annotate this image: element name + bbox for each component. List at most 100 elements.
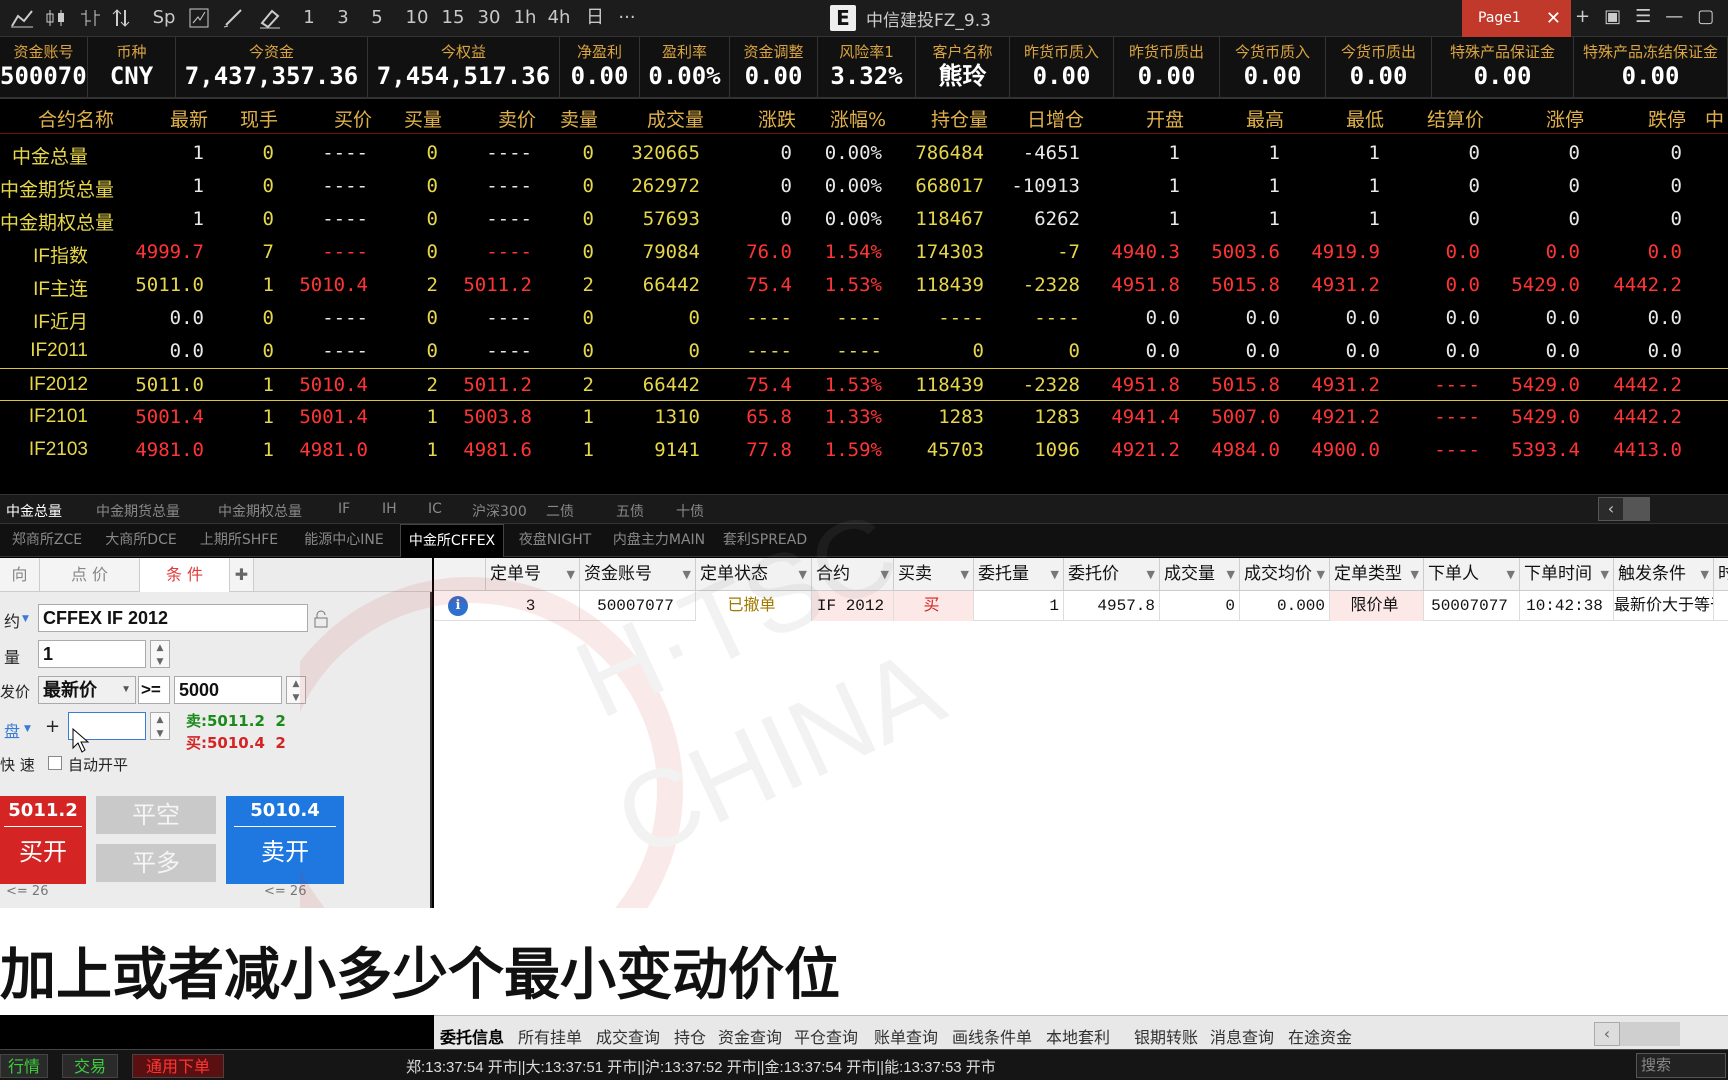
quote-row[interactable]: 中金期货总量 1 0 ---- 0 ---- 0 262972 0 0.00% 668017 -109…	[0, 170, 1728, 203]
period-4h-button[interactable]: 4h	[546, 7, 572, 29]
menu-icon[interactable]: ☰	[1635, 6, 1651, 27]
period-···-button[interactable]: ···	[614, 7, 640, 29]
quote-col-header[interactable]: 日增仓	[988, 105, 1084, 132]
add-page-icon[interactable]: +	[1575, 6, 1590, 27]
tab-exchange-7[interactable]: 套利SPREAD	[718, 524, 812, 557]
quote-col-header[interactable]: 开盘	[1084, 105, 1184, 132]
close-icon[interactable]: ✕	[1546, 0, 1561, 37]
order-col-header[interactable]: 时	[1714, 558, 1728, 591]
filter-icon[interactable]: ▼	[1051, 558, 1059, 591]
tab-query-7[interactable]: 画线条件单	[952, 1024, 1032, 1048]
tab-group-5[interactable]: IC	[428, 501, 442, 517]
order-col-header[interactable]: 合约 ▼	[812, 558, 894, 591]
operator-select[interactable]: >=	[138, 676, 170, 704]
tab-group-6[interactable]: 沪深300	[472, 501, 527, 521]
tab-query-8[interactable]: 本地套利	[1046, 1024, 1110, 1048]
order-col-header[interactable]: 资金账号 ▼	[580, 558, 696, 591]
order-col-header[interactable]: 触发条件 ▼	[1614, 558, 1714, 591]
quote-col-header[interactable]: 最高	[1184, 105, 1284, 132]
order-col-header[interactable]: 成交量 ▼	[1160, 558, 1240, 591]
trigger-price-input[interactable]: 5000	[174, 676, 282, 704]
order-col-header[interactable]: 成交均价 ▼	[1240, 558, 1330, 591]
general-order-button[interactable]: 通用下单	[132, 1054, 224, 1078]
period-1-button[interactable]: 1	[296, 7, 322, 29]
trigger-stepper[interactable]: ▲ ▼	[286, 676, 306, 704]
quote-row[interactable]: 中金总量 1 0 ---- 0 ---- 0 320665 0 0.00% 786484 -4651 1…	[0, 137, 1728, 170]
filter-icon[interactable]: ▼	[799, 558, 807, 591]
order-col-header[interactable]: 下单人 ▼	[1424, 558, 1520, 591]
info-icon[interactable]: i	[448, 596, 468, 616]
line-chart-icon[interactable]	[10, 8, 34, 28]
close-long-button[interactable]: 平多	[96, 844, 216, 882]
buy-open-button[interactable]: 5011.2 买开	[0, 796, 86, 884]
filter-icon[interactable]: ▼	[1411, 558, 1419, 591]
scroll-thumb[interactable]	[1620, 1022, 1680, 1046]
period-30-button[interactable]: 30	[476, 7, 502, 29]
page-tab[interactable]: Page1 ✕	[1462, 0, 1571, 37]
tab-group-2[interactable]: 中金期权总量	[218, 501, 302, 521]
tab-query-4[interactable]: 资金查询	[718, 1024, 782, 1048]
quote-col-header[interactable]: 卖量	[536, 105, 598, 132]
tab-query-1[interactable]: 所有挂单	[518, 1024, 582, 1048]
order-col-header[interactable]: 定单类型 ▼	[1330, 558, 1424, 591]
tab-query-5[interactable]: 平仓查询	[794, 1024, 858, 1048]
tab-query-6[interactable]: 账单查询	[874, 1024, 938, 1048]
tab-group-0[interactable]: 中金总量	[6, 501, 62, 521]
quotes-mode-button[interactable]: 行情	[0, 1054, 48, 1078]
quote-row[interactable]: IF2101 5001.4 1 5001.4 1 5003.8 1 1310 65.8 1.33%…	[0, 401, 1728, 434]
minimize-icon[interactable]: —	[1665, 6, 1683, 27]
filter-icon[interactable]: ▼	[1507, 558, 1515, 591]
offset-stepper[interactable]: ▲ ▼	[150, 712, 170, 740]
order-col-header[interactable]: 定单号 ▼	[486, 558, 580, 591]
tab-group-3[interactable]: IF	[338, 501, 350, 517]
tab-direction[interactable]: 向	[0, 558, 40, 592]
quote-col-header[interactable]: 最新	[114, 105, 208, 132]
chevron-down-icon[interactable]: ▼	[24, 724, 31, 734]
quote-col-header[interactable]: 跌停	[1584, 105, 1686, 132]
tab-exchange-0[interactable]: 郑商所ZCE	[2, 524, 92, 557]
trade-mode-button[interactable]: 交易	[62, 1054, 118, 1078]
scroll-left-icon[interactable]: ‹	[1598, 497, 1624, 521]
period-1h-button[interactable]: 1h	[512, 7, 538, 29]
sell-open-button[interactable]: 5010.4 卖开	[226, 796, 344, 884]
filter-icon[interactable]: ▼	[881, 558, 889, 591]
tab-query-10[interactable]: 消息查询	[1210, 1024, 1274, 1048]
quote-row[interactable]: IF2011 0.0 0 ---- 0 ---- 0 0 ---- ---- 0 0 0.0 0.0 0.0…	[0, 335, 1728, 368]
close-short-button[interactable]: 平空	[96, 796, 216, 834]
order-col-header[interactable]: 买卖 ▼	[894, 558, 974, 591]
chevron-down-icon[interactable]: ▼	[22, 614, 29, 624]
filter-icon[interactable]: ▼	[1601, 558, 1609, 591]
tab-query-2[interactable]: 成交查询	[596, 1024, 660, 1048]
price-type-select[interactable]: 最新价 ▼	[38, 676, 136, 704]
tab-exchange-2[interactable]: 上期所SHFE	[190, 524, 288, 557]
quote-col-header[interactable]: 成交量	[598, 105, 704, 132]
quote-row[interactable]: IF2103 4981.0 1 4981.0 1 4981.6 1 9141 77.8 1.59%…	[0, 434, 1728, 467]
quote-col-header[interactable]: 涨幅%	[796, 105, 886, 132]
tab-group-4[interactable]: IH	[382, 501, 397, 517]
auto-open-close-checkbox[interactable]	[48, 756, 62, 770]
filter-icon[interactable]: ▼	[567, 558, 575, 591]
quote-row[interactable]: IF指数 4999.7 7 ---- 0 ---- 0 79084 76.0 1.54% 17430…	[0, 236, 1728, 269]
k-line-icon[interactable]	[44, 8, 68, 28]
period-日-button[interactable]: 日	[582, 7, 608, 29]
order-col-header[interactable]: 定单状态 ▼	[696, 558, 812, 591]
quote-col-header[interactable]: 最低	[1284, 105, 1384, 132]
filter-icon[interactable]: ▼	[1317, 558, 1325, 591]
lock-icon[interactable]	[312, 610, 330, 628]
eraser-icon[interactable]	[258, 7, 282, 29]
tab-exchange-6[interactable]: 内盘主力MAIN	[604, 524, 714, 557]
contract-input[interactable]: CFFEX IF 2012	[38, 604, 308, 632]
tab-query-9[interactable]: 银期转账	[1134, 1024, 1198, 1048]
quote-col-header[interactable]: 合约名称	[0, 105, 114, 132]
tab-condition[interactable]: 条 件	[140, 558, 230, 592]
spread-icon[interactable]: Sp	[150, 7, 178, 29]
quote-col-header[interactable]: 买价	[278, 105, 372, 132]
maximize-icon[interactable]: ▢	[1697, 6, 1714, 27]
tab-exchange-3[interactable]: 能源中心INE	[292, 524, 396, 557]
tab-group-9[interactable]: 十债	[676, 501, 704, 521]
bar-chart-icon[interactable]	[78, 8, 102, 28]
tab-point-price[interactable]: 点 价	[40, 558, 140, 592]
period-3-button[interactable]: 3	[330, 7, 356, 29]
order-col-header[interactable]: 委托价 ▼	[1064, 558, 1160, 591]
scroll-thumb[interactable]	[1624, 497, 1650, 521]
